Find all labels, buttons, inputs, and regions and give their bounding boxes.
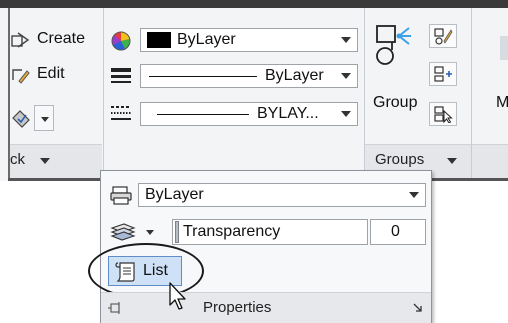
dialog-launcher-icon[interactable] <box>413 303 423 313</box>
transparency-icon <box>110 223 136 241</box>
create-block-icon <box>11 32 30 48</box>
ribbon-top-border <box>0 0 508 8</box>
create-block-label: Create <box>37 30 86 47</box>
slider-thumb[interactable] <box>175 221 179 243</box>
ungroup-icon <box>434 28 453 45</box>
mouse-cursor-icon <box>169 282 186 310</box>
chevron-down-icon <box>40 158 50 164</box>
properties-panel-footer: Properties <box>101 292 431 323</box>
group-button[interactable]: Group <box>369 22 427 122</box>
create-block-button[interactable]: Create <box>10 28 100 52</box>
chevron-down-icon <box>341 37 351 43</box>
transparency-value: 0 <box>391 223 400 240</box>
chevron-down-icon <box>409 192 419 198</box>
groups-panel-title: Groups <box>375 151 425 168</box>
object-color-dropdown[interactable]: ByLayer <box>140 28 358 52</box>
edit-block-label: Edit <box>37 65 65 82</box>
linetype-value: BYLAY... <box>257 105 319 122</box>
group-edit-icon <box>434 66 452 82</box>
ungroup-button[interactable] <box>429 24 457 48</box>
transparency-value-field[interactable]: 0 <box>370 219 426 245</box>
next-panel-label: M <box>496 94 508 111</box>
group-icon <box>376 25 411 65</box>
plot-style-dropdown[interactable]: ByLayer <box>138 183 426 207</box>
group-edit-button[interactable] <box>429 62 457 86</box>
chevron-down-icon <box>341 73 351 79</box>
color-swatch <box>147 32 171 48</box>
pin-icon[interactable] <box>107 301 123 315</box>
edit-block-button[interactable]: Edit <box>10 63 100 87</box>
linetype-dropdown[interactable]: BYLAY... <box>140 102 358 126</box>
next-panel-icon-stub <box>500 36 508 60</box>
transparency-slider[interactable]: Transparency <box>172 219 368 245</box>
lineweight-value: ByLayer <box>265 67 324 84</box>
lineweight-dropdown[interactable]: ByLayer <box>140 64 358 88</box>
object-color-value: ByLayer <box>177 31 236 48</box>
block-tools-dropdown[interactable] <box>10 105 54 131</box>
line-sample <box>157 114 249 115</box>
chevron-down-icon <box>146 230 154 235</box>
lineweight-icon <box>111 68 131 83</box>
chevron-down-icon <box>41 117 49 122</box>
plot-style-icon <box>110 186 132 205</box>
next-panel-footer <box>472 144 508 179</box>
group-selection-button[interactable] <box>429 102 457 126</box>
group-label: Group <box>373 94 418 111</box>
block-attribute-icon <box>12 110 30 128</box>
transparency-label: Transparency <box>183 223 281 240</box>
linetype-icon <box>111 106 131 120</box>
properties-panel: ByLayer ByLayer BYLAY... <box>104 8 364 178</box>
transparency-mode-dropdown[interactable] <box>108 219 168 245</box>
group-selection-icon <box>434 106 453 123</box>
properties-panel-title: Properties <box>203 299 272 316</box>
block-panel-footer[interactable]: ck <box>10 144 102 179</box>
block-panel-title: ck <box>10 151 25 168</box>
plot-style-value: ByLayer <box>145 186 204 203</box>
chevron-down-icon <box>447 158 457 164</box>
object-color-icon <box>111 31 131 51</box>
edit-block-icon <box>12 69 30 84</box>
line-sample <box>149 76 257 77</box>
block-tools-dropdown-box[interactable] <box>34 105 54 131</box>
chevron-down-icon <box>341 111 351 117</box>
